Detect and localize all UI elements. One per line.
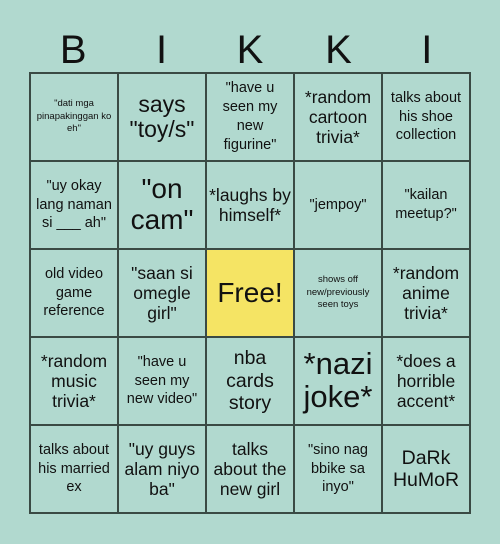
bingo-cell[interactable]: talks about his married ex bbox=[30, 425, 118, 513]
header-letter: B bbox=[59, 28, 87, 72]
bingo-cell[interactable]: "uy okay lang naman si ___ ah" bbox=[30, 161, 118, 249]
bingo-cell[interactable]: DaRk HuMoR bbox=[382, 425, 470, 513]
header-letter: K bbox=[236, 28, 264, 72]
bingo-cell[interactable]: "dati mga pinapakinggan ko eh" bbox=[30, 73, 118, 161]
bingo-cell[interactable]: "on cam" bbox=[118, 161, 206, 249]
bingo-cell[interactable]: nba cards story bbox=[206, 337, 294, 425]
bingo-cell[interactable]: *random cartoon trivia* bbox=[294, 73, 382, 161]
bingo-cell[interactable]: talks about the new girl bbox=[206, 425, 294, 513]
bingo-cell[interactable]: *does a horrible accent* bbox=[382, 337, 470, 425]
bingo-cell[interactable]: "have u seen my new figurine" bbox=[206, 73, 294, 161]
bingo-cell[interactable]: "sino nag bbike sa inyo" bbox=[294, 425, 382, 513]
bingo-cell[interactable]: "have u seen my new video" bbox=[118, 337, 206, 425]
bingo-cell[interactable]: "jempoy" bbox=[294, 161, 382, 249]
bingo-card: "dati mga pinapakinggan ko eh" says "toy… bbox=[29, 72, 471, 514]
free-cell[interactable]: Free! bbox=[206, 249, 294, 337]
bingo-cell[interactable]: "uy guys alam niyo ba" bbox=[118, 425, 206, 513]
bingo-cell[interactable]: shows off new/previously seen toys bbox=[294, 249, 382, 337]
bingo-cell[interactable]: talks about his shoe collection bbox=[382, 73, 470, 161]
header-letter: I bbox=[156, 28, 168, 72]
bingo-cell[interactable]: "kailan meetup?" bbox=[382, 161, 470, 249]
bingo-cell[interactable]: "saan si omegle girl" bbox=[118, 249, 206, 337]
bingo-cell[interactable]: *random music trivia* bbox=[30, 337, 118, 425]
bingo-cell[interactable]: says "toy/s" bbox=[118, 73, 206, 161]
header-letter: I bbox=[421, 28, 433, 72]
bingo-header: B I K K I bbox=[29, 28, 471, 72]
bingo-cell[interactable]: *random anime trivia* bbox=[382, 249, 470, 337]
bingo-cell[interactable]: old video game reference bbox=[30, 249, 118, 337]
header-letter: K bbox=[325, 28, 352, 72]
bingo-cell[interactable]: *nazi joke* bbox=[294, 337, 382, 425]
bingo-cell[interactable]: *laughs by himself* bbox=[206, 161, 294, 249]
